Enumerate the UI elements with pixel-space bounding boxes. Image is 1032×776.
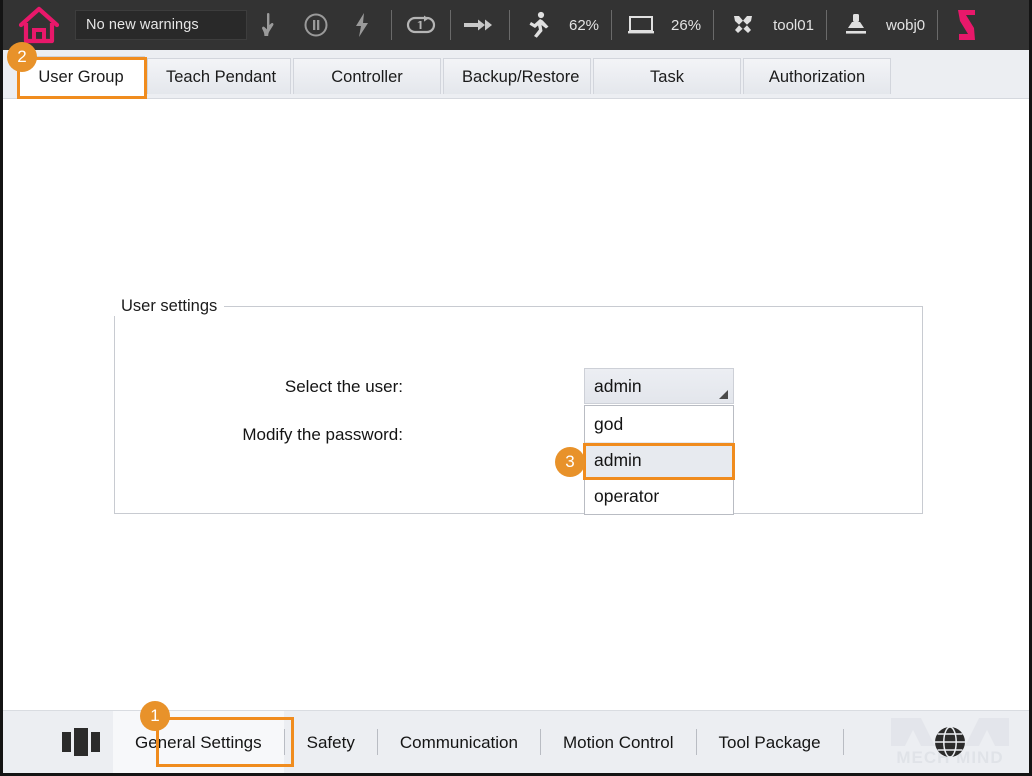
home-icon[interactable] (17, 5, 61, 45)
toolbar-divider (937, 10, 939, 40)
user-settings-group-title: User settings (114, 297, 225, 316)
speed-value: 62% (569, 16, 600, 34)
pause-circle-icon[interactable] (293, 0, 339, 50)
warning-message-box[interactable]: No new warnings (75, 10, 247, 40)
select-user-combobox[interactable]: admin (584, 368, 734, 404)
dropdown-option-god[interactable]: god (585, 406, 733, 442)
chevron-down-icon (719, 390, 728, 399)
select-user-dropdown-list[interactable]: god admin operator (584, 405, 734, 515)
workobject-icon (833, 0, 879, 50)
tools-icon (720, 0, 766, 50)
loop-once-icon[interactable] (398, 0, 444, 50)
application-window: No new warnings 62% 26% tool01 wobj0 Use… (0, 0, 1032, 776)
hand-pointer-icon[interactable] (247, 0, 293, 50)
tab-task[interactable]: Task (593, 58, 741, 94)
bottom-item-safety[interactable]: Safety (285, 711, 377, 773)
select-user-value: admin (594, 375, 642, 396)
fast-forward-icon[interactable] (457, 0, 503, 50)
modify-password-label: Modify the password: (242, 425, 403, 444)
bottom-item-general-settings[interactable]: General Settings (113, 711, 284, 773)
tool-value: tool01 (773, 16, 814, 34)
toolbar-divider (450, 10, 451, 40)
robot-arm-icon[interactable] (944, 0, 990, 50)
tab-teach-pendant[interactable]: Teach Pendant (147, 58, 291, 94)
brand-logo-zone: MECH MIND (871, 711, 1029, 773)
warning-message-text: No new warnings (86, 17, 199, 33)
toolbar-divider (391, 10, 392, 40)
toolbar-divider (825, 10, 827, 40)
bottom-item-communication[interactable]: Communication (378, 711, 540, 773)
tab-controller[interactable]: Controller (293, 58, 441, 94)
monitor-icon (618, 0, 664, 50)
top-status-bar: No new warnings 62% 26% tool01 wobj0 (3, 0, 1029, 50)
select-user-label: Select the user: (284, 377, 403, 396)
dropdown-option-admin[interactable]: admin (585, 442, 733, 478)
bottom-item-tool-package[interactable]: Tool Package (697, 711, 843, 773)
panels-layout-icon[interactable] (51, 711, 113, 773)
screen-value: 26% (671, 16, 702, 34)
annotation-badge-1: 1 (140, 701, 170, 731)
tool-indicator[interactable]: tool01 (720, 0, 820, 50)
workobject-value: wobj0 (885, 16, 926, 34)
dropdown-option-operator[interactable]: operator (585, 478, 733, 514)
user-settings-group (114, 306, 923, 514)
bottom-divider (842, 729, 844, 755)
toolbar-divider (713, 10, 715, 40)
speed-indicator[interactable]: 62% (516, 0, 605, 50)
toolbar-divider (509, 10, 510, 40)
tab-user-group[interactable]: User Group (17, 56, 145, 98)
workobject-indicator[interactable]: wobj0 (833, 0, 931, 50)
annotation-badge-3: 3 (555, 447, 585, 477)
annotation-badge-2: 2 (7, 42, 37, 72)
toolbar-divider (611, 10, 613, 40)
main-tab-bar: User Group Teach Pendant Controller Back… (3, 50, 1029, 99)
running-man-icon (516, 0, 562, 50)
main-content-area: User settings Select the user: Modify th… (3, 99, 1029, 710)
tab-backup-restore[interactable]: Backup/Restore (443, 58, 591, 94)
lightning-bolt-icon[interactable] (339, 0, 385, 50)
tab-authorization[interactable]: Authorization (743, 58, 891, 94)
bottom-item-motion-control[interactable]: Motion Control (541, 711, 696, 773)
screen-indicator[interactable]: 26% (618, 0, 707, 50)
globe-icon[interactable] (930, 722, 970, 762)
